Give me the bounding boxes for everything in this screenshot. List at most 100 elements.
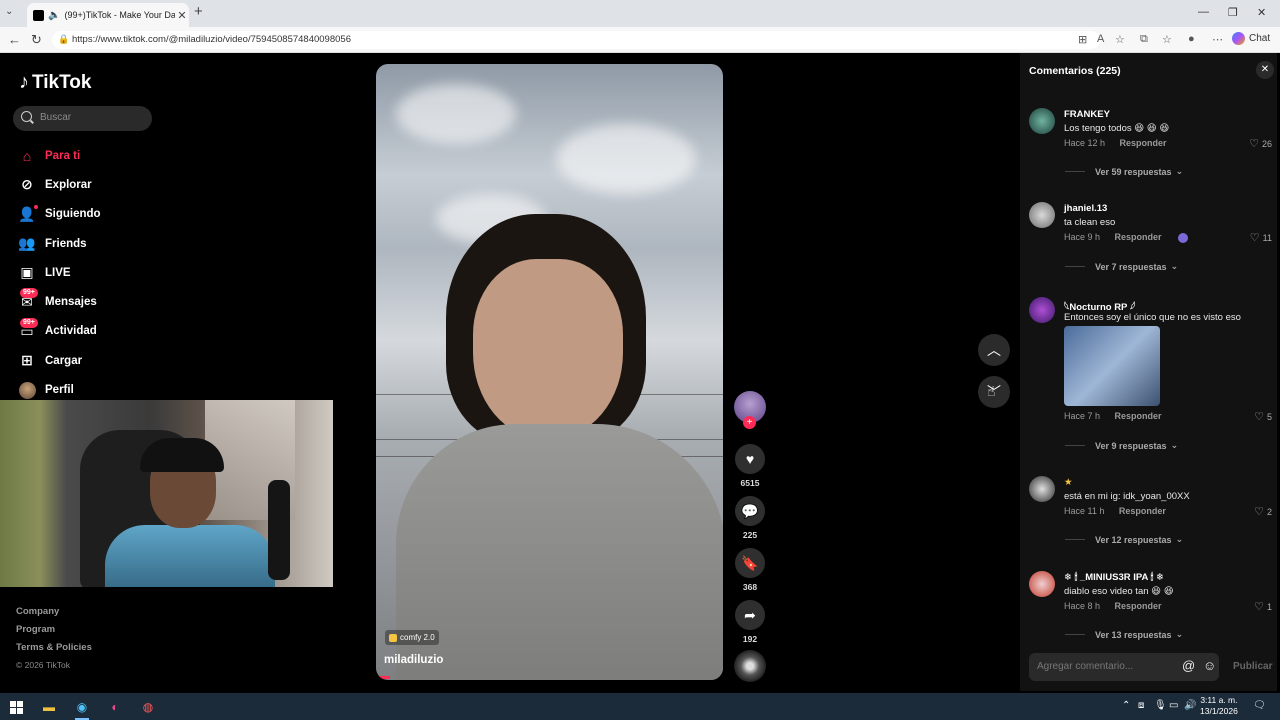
view-replies-button[interactable]: Ver 7 respuestas ⌄ [1065,261,1178,272]
reply-button[interactable]: Responder [1115,232,1162,242]
comment-count: 225 [742,530,758,540]
back-icon[interactable]: ← [8,32,21,47]
reply-button[interactable]: Responder [1119,506,1166,516]
tray-app-icon[interactable]: ⧈ [1138,700,1144,711]
sidebar-item-live[interactable]: ▣ LIVE [17,258,317,287]
translate-icon[interactable]: A [1097,33,1104,45]
divider [1065,539,1085,540]
more-menu-icon[interactable]: ⋯ [1212,33,1223,46]
bookmark-icon[interactable]: 🔖 [735,548,765,578]
view-replies-button[interactable]: Ver 12 respuestas ⌄ [1065,534,1183,545]
url-field[interactable]: 🔒 https://www.tiktok.com/@miladiluzio/vi… [52,31,1100,49]
sidebar-item-cargar[interactable]: ⊞ Cargar [17,346,317,375]
system-clock[interactable]: 3:11 a. m. 13/1/2026 [1200,695,1238,717]
follow-plus-icon[interactable]: + [743,416,756,429]
save-action[interactable]: 🔖 368 [732,548,768,592]
close-comments-button[interactable]: ✕ [1256,61,1274,79]
avatar[interactable] [1029,476,1055,502]
copilot-chat-button[interactable]: Chat [1232,32,1270,45]
comment-like-count: 2 [1266,506,1272,517]
comment-like-button[interactable]: ♡ 11 [1250,231,1272,244]
view-replies-button[interactable]: Ver 9 respuestas ⌄ [1065,440,1178,451]
emoji-icon[interactable]: ☺ [1203,658,1216,673]
comment-like-button[interactable]: ♡ 26 [1249,137,1272,150]
comment-like-button[interactable]: ♡ 1 [1254,600,1272,613]
sidebar-item-siguiendo[interactable]: 👤 Siguiendo [17,200,317,229]
terms-link[interactable]: Terms & Policies [16,642,92,660]
comment-time: Hace 12 h [1064,138,1106,148]
show-hidden-icons[interactable]: ⌃ [1122,700,1130,711]
view-replies-button[interactable]: Ver 59 respuestas ⌄ [1065,166,1183,177]
share-action[interactable]: ➦ 192 [732,600,768,644]
sidebar-item-friends[interactable]: 👥 Friends [17,229,317,258]
comment-user[interactable]: ❄ 🕯 _MINIUS3R IPA 🕯 ❄ [1064,572,1164,583]
close-window-icon[interactable]: ✕ [1257,6,1266,19]
comment-input[interactable]: Agregar comentario... @ ☺ [1029,653,1219,681]
like-action[interactable]: ♥ 6515 [732,444,768,488]
reply-button[interactable]: Responder [1115,411,1162,421]
app-icon[interactable]: ◐ [106,698,124,716]
program-link[interactable]: Program [16,624,92,642]
comment-like-button[interactable]: ♡ 2 [1254,505,1272,518]
share-icon[interactable]: ➦ [735,600,765,630]
tiktok-logo[interactable]: ♪ TikTok [19,71,91,94]
music-disc-icon[interactable] [734,650,766,682]
reply-button[interactable]: Responder [1120,138,1167,148]
comment-user[interactable]: FRANKEY [1064,109,1110,120]
edge-browser-icon[interactable]: ◉ [73,698,91,720]
close-tab-icon[interactable]: ✕ [175,9,189,22]
comment-user[interactable]: ★ [1064,477,1073,488]
favorites-icon[interactable]: ☆ [1162,33,1172,46]
notifications-icon[interactable]: 🗨 [1253,700,1266,711]
site-info-icon[interactable]: 🔒 [58,34,69,45]
search-placeholder: Buscar [40,112,72,123]
avatar[interactable] [1029,297,1055,323]
obs-icon[interactable]: ◍ [139,698,157,716]
heart-icon[interactable]: ♥ [735,444,765,474]
video-player[interactable]: comfy 2.0 miladiluzio [376,64,723,680]
favorite-star-icon[interactable]: ☆ [1115,33,1125,46]
reply-button[interactable]: Responder [1115,601,1162,611]
profile-icon[interactable]: ● [1188,33,1195,45]
previous-video-button[interactable]: ︿ [978,334,1010,366]
speaker-icon[interactable]: 🔈 [48,10,60,21]
video-tag[interactable]: comfy 2.0 [385,630,439,645]
extensions-icon[interactable]: ⧉ [1140,33,1148,46]
avatar[interactable] [1029,108,1055,134]
tab-actions-icon[interactable]: ⌄ [5,6,13,17]
mention-icon[interactable]: @ [1182,658,1195,673]
avatar[interactable] [1029,202,1055,228]
comment-like-button[interactable]: ♡ 5 [1254,410,1272,423]
comment-user[interactable]: jhaniel.13 [1064,203,1107,214]
volume-icon[interactable]: 🔊 [1184,700,1196,711]
comment-time: Hace 11 h [1064,506,1105,516]
app-available-icon[interactable]: ⊞ [1078,33,1087,46]
view-replies-label: Ver 12 respuestas [1095,534,1172,545]
sidebar-item-para-ti[interactable]: ⌂ Para ti [17,141,317,170]
view-replies-button[interactable]: Ver 13 respuestas ⌄ [1065,629,1183,640]
company-link[interactable]: Company [16,606,92,624]
avatar[interactable] [1029,571,1055,597]
comment-image[interactable] [1064,326,1160,406]
file-explorer-icon[interactable]: ▬ [40,698,58,716]
minimize-icon[interactable]: — [1198,6,1209,18]
comment-icon[interactable]: 💬 [735,496,765,526]
sidebar-item-actividad[interactable]: ▭ 99+ Actividad [17,317,317,346]
network-icon[interactable]: ▭ [1169,700,1178,711]
comment-action[interactable]: 💬 225 [732,496,768,540]
video-progress-bar[interactable] [376,676,390,679]
sidebar-item-mensajes[interactable]: ✉ 99+ Mensajes [17,287,317,316]
new-tab-icon[interactable]: + [194,3,203,20]
comment-meta: Hace 8 h Responder [1064,601,1162,611]
browser-tab[interactable]: 🔈 (99+)TikTok - Make Your Day ✕ [27,3,189,27]
refresh-icon[interactable]: ↻ [31,32,42,48]
search-input[interactable]: Buscar [13,106,152,131]
publish-button[interactable]: Publicar [1233,661,1272,672]
video-author[interactable]: miladiluzio [384,654,443,666]
microphone-icon[interactable]: 🎙 [1154,700,1167,711]
sidebar-item-explorar[interactable]: ⊘ Explorar [17,170,317,199]
start-button[interactable] [7,698,25,716]
creator-avatar[interactable]: + [734,391,766,429]
restore-icon[interactable]: ❐ [1228,6,1238,19]
sidebar-item-label: Mensajes [45,296,97,309]
